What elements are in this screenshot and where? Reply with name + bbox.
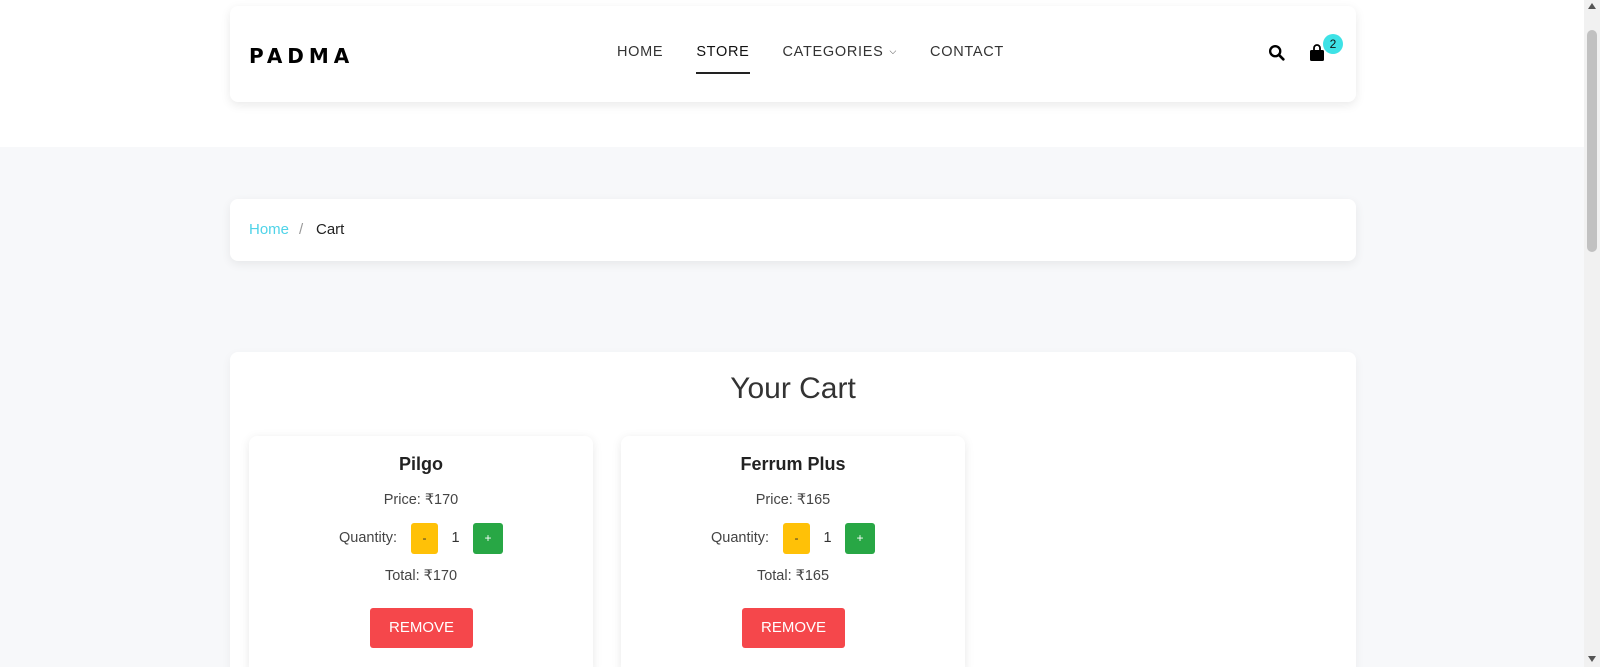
chevron-down-icon: ⌵ <box>889 46 898 56</box>
cart-count-badge: 2 <box>1323 34 1343 54</box>
nav-store[interactable]: STORE <box>696 44 750 74</box>
nav-home[interactable]: HOME <box>617 44 663 60</box>
quantity-value: 1 <box>823 530 832 546</box>
nav-categories-label: CATEGORIES <box>782 44 884 60</box>
breadcrumb: Home / Cart <box>230 199 1356 261</box>
item-total: Total: ₹165 <box>756 568 830 584</box>
search-button[interactable] <box>1268 44 1288 64</box>
decrease-quantity-button[interactable]: - <box>783 522 811 554</box>
breadcrumb-separator: / <box>299 221 304 238</box>
remove-button[interactable]: REMOVE <box>742 608 845 648</box>
increase-quantity-button[interactable]: + <box>473 522 504 554</box>
scroll-up-arrow-icon[interactable] <box>1588 3 1596 9</box>
item-total: Total: ₹170 <box>384 568 458 584</box>
decrease-quantity-button[interactable]: - <box>411 522 439 554</box>
nav-categories[interactable]: CATEGORIES ⌵ <box>783 44 898 60</box>
nav-contact[interactable]: CONTACT <box>930 44 1004 60</box>
cart-item-card: Ferrum Plus Price: ₹165 Quantity: - 1 + … <box>621 436 965 667</box>
vertical-scrollbar[interactable] <box>1584 0 1600 667</box>
quantity-label: Quantity: <box>338 530 398 546</box>
main-nav: HOME STORE CATEGORIES ⌵ CONTACT <box>617 44 1037 74</box>
breadcrumb-home-link[interactable]: Home <box>249 221 289 238</box>
scroll-down-arrow-icon[interactable] <box>1588 656 1596 662</box>
brand-logo[interactable]: PADMA <box>249 44 354 68</box>
quantity-stepper: Quantity: - 1 + <box>249 522 593 554</box>
item-price: Price: ₹165 <box>755 492 831 508</box>
breadcrumb-current: Cart <box>316 221 345 238</box>
cart-panel: Your Cart Pilgo Price: ₹170 Quantity: - … <box>230 352 1356 667</box>
quantity-label: Quantity: <box>710 530 770 546</box>
increase-quantity-button[interactable]: + <box>845 522 876 554</box>
item-name: Pilgo <box>399 454 443 474</box>
scrollbar-thumb[interactable] <box>1587 30 1597 252</box>
navbar: PADMA HOME STORE CATEGORIES ⌵ CONTACT 2 <box>230 6 1356 102</box>
quantity-stepper: Quantity: - 1 + <box>621 522 965 554</box>
quantity-value: 1 <box>451 530 460 546</box>
search-icon <box>1268 44 1285 61</box>
page-title: Your Cart <box>730 372 856 405</box>
item-name: Ferrum Plus <box>740 454 846 474</box>
cart-item-card: Pilgo Price: ₹170 Quantity: - 1 + Total:… <box>249 436 593 667</box>
remove-button[interactable]: REMOVE <box>370 608 473 648</box>
item-price: Price: ₹170 <box>383 492 459 508</box>
